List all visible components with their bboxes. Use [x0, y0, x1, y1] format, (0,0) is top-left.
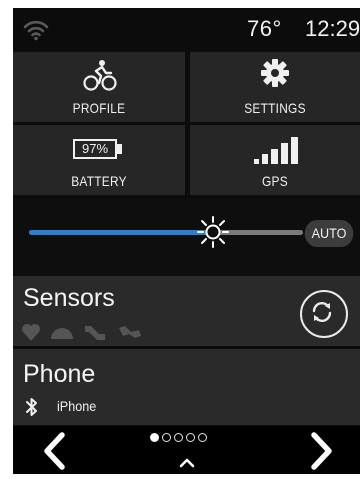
chevron-up-icon[interactable]	[178, 456, 196, 468]
phone-panel[interactable]: Phone iPhone	[13, 349, 360, 425]
sensor-icons-row	[22, 324, 141, 341]
auto-brightness-button[interactable]: AUTO	[304, 220, 354, 247]
battery-label: BATTERY	[71, 173, 127, 189]
battery-percent: 97%	[81, 141, 109, 156]
bluetooth-icon	[26, 398, 37, 416]
refresh-sensors-button[interactable]	[300, 290, 348, 338]
sensors-panel[interactable]: Sensors	[13, 276, 360, 346]
battery-icon: 97%	[73, 139, 123, 161]
status-bar: 76° 12:29	[13, 8, 360, 50]
cyclist-icon	[83, 60, 117, 91]
wifi-icon	[23, 20, 49, 41]
settings-label: SETTINGS	[244, 100, 306, 116]
phone-device-name: iPhone	[57, 398, 97, 414]
clock: 12:29	[305, 16, 360, 41]
power-icon	[119, 326, 141, 338]
settings-tile[interactable]: SETTINGS	[190, 52, 360, 122]
profile-tile[interactable]: PROFILE	[13, 52, 185, 122]
heart-rate-icon	[22, 324, 40, 341]
cadence-icon	[85, 326, 105, 340]
gps-label: GPS	[262, 173, 288, 189]
page-indicator	[150, 433, 210, 445]
battery-tile[interactable]: 97% BATTERY	[13, 125, 185, 195]
page-dot	[186, 433, 195, 442]
refresh-icon	[312, 302, 332, 322]
gps-tile[interactable]: GPS	[190, 125, 360, 195]
temperature-readout: 76°	[247, 16, 282, 41]
speedometer-icon	[51, 328, 73, 339]
page-dot	[198, 433, 207, 442]
page-dot	[174, 433, 183, 442]
gear-icon	[261, 59, 289, 87]
profile-label: PROFILE	[72, 100, 126, 116]
chevron-left-icon[interactable]	[35, 431, 75, 471]
device-screen: 76° 12:29 PROFILE SETTINGS 97% BATTERY G…	[13, 8, 360, 474]
phone-title: Phone	[23, 360, 96, 388]
page-dot	[162, 433, 171, 442]
brightness-sun-icon[interactable]	[196, 216, 229, 248]
chevron-right-icon[interactable]	[301, 431, 341, 471]
brightness-slider-fill	[29, 230, 213, 235]
page-dot	[150, 433, 159, 442]
bottom-nav-bar	[13, 426, 360, 474]
sensors-title: Sensors	[23, 284, 115, 312]
signal-bars-icon	[254, 137, 298, 164]
brightness-slider[interactable]	[29, 230, 303, 235]
